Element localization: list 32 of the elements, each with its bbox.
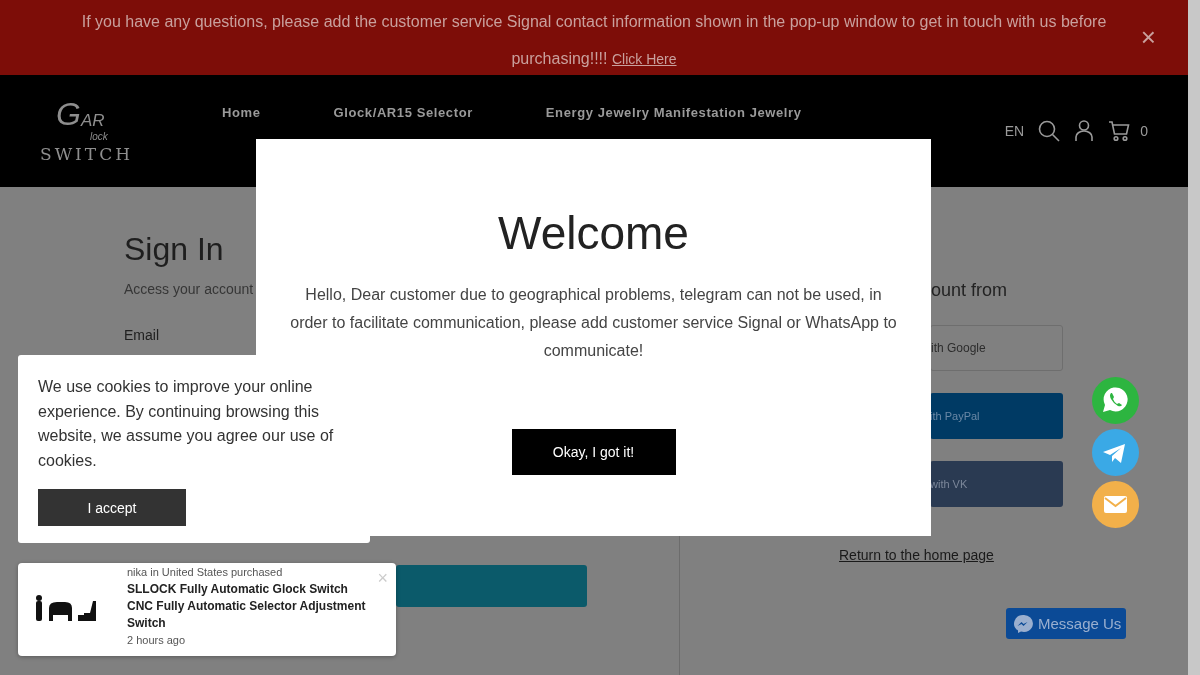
banner-message: If you have any questions, please add the customer service Signal contact information shown in the pop-up window to get in touch with us before purchasing!!!! Click Here (80, 12, 1108, 69)
section-heading: ount from (931, 279, 1008, 301)
field-label: Email (124, 327, 159, 343)
modal-title: Welcome (497, 206, 690, 261)
nav-link[interactable]: Home (222, 104, 261, 120)
close-button[interactable]: × (1140, 24, 1156, 50)
purchase-time: 2 hours ago (127, 633, 186, 648)
scrollbar[interactable] (1188, 0, 1200, 675)
accept-button[interactable]: I accept (38, 489, 186, 526)
nav-link[interactable]: Glock/AR15 Selector (333, 104, 473, 120)
nav-link[interactable]: Energy Jewelry Manifestation Jewelry (545, 104, 802, 120)
google-login-button[interactable]: ith Google (930, 325, 1063, 371)
click-here-link[interactable]: Click Here (611, 51, 677, 67)
confirm-button[interactable]: Okay, I got it! (511, 429, 676, 475)
product-name[interactable]: SLLOCK Fully Automatic Glock Switch CNC Fully Automatic Selector Adjustment Switch (127, 581, 370, 632)
logo[interactable]: GAR lock SWITCH (40, 94, 135, 168)
whatsapp-button[interactable] (1092, 377, 1139, 424)
email-button[interactable] (1092, 481, 1139, 528)
buyer-info: nika in United States purchased (127, 565, 283, 580)
subtitle: Access your account (124, 281, 254, 297)
page-title: Sign In (124, 230, 224, 269)
user-icon[interactable] (1074, 120, 1095, 142)
cookie-notice: We use cookies to improve your online experience. By continuing browsing this website, we assume you agree our use of cookies. (38, 377, 335, 471)
cart-count: 0 (1140, 123, 1148, 139)
cart-icon[interactable] (1108, 120, 1131, 142)
language-selector[interactable]: EN (1004, 123, 1025, 139)
messenger-button[interactable]: Message Us (1006, 608, 1126, 639)
home-page-link[interactable]: Return to the home page (839, 547, 994, 563)
telegram-button[interactable] (1092, 429, 1139, 476)
messenger-icon (1013, 613, 1033, 634)
search-icon[interactable] (1038, 120, 1061, 142)
modal-message: Hello, Dear customer due to geographical problems, telegram can not be used, in order to facilitate communication, please add customer service Signal or WhatsApp to communicate! (290, 285, 897, 361)
